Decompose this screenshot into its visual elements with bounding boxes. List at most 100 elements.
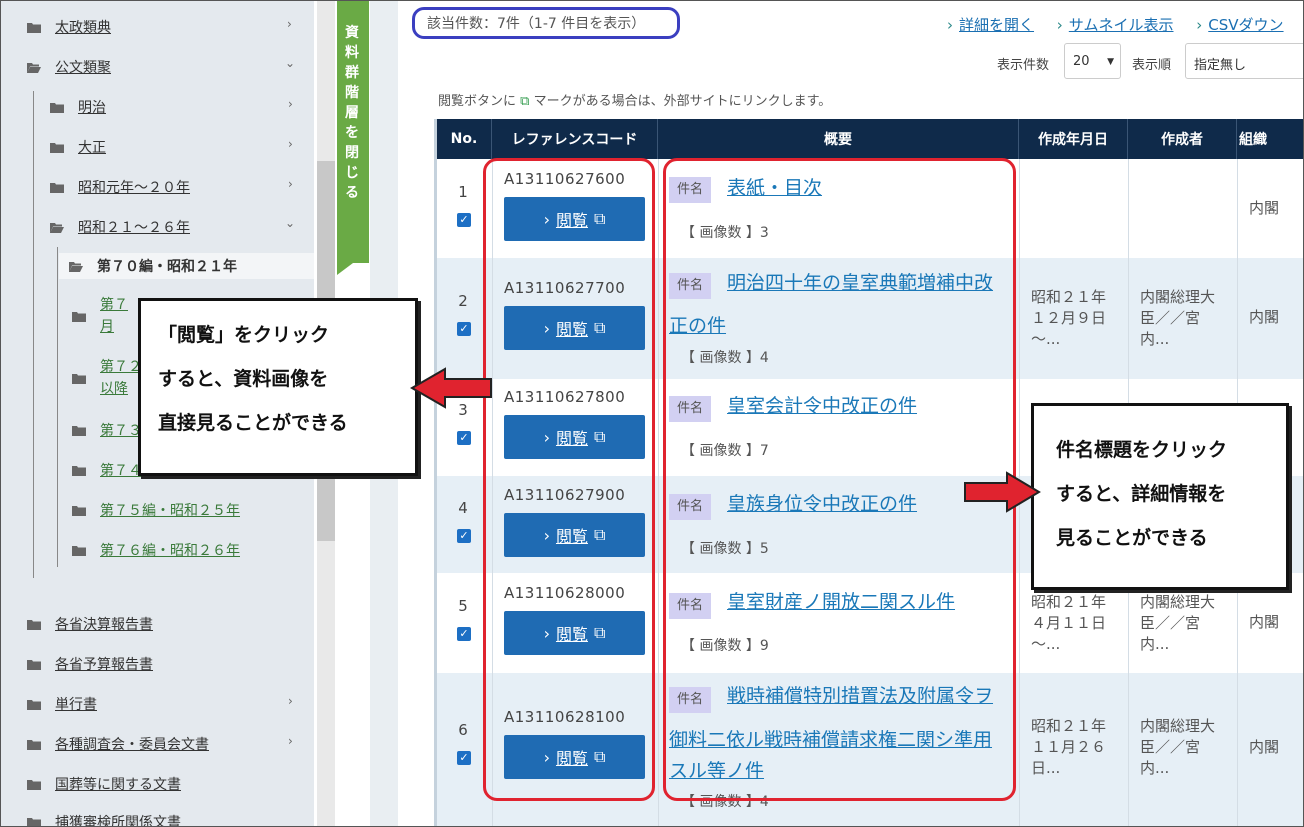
created-date: 昭和２１年 ４月１１日 ～...	[1031, 592, 1106, 655]
external-link-note: 閲覧ボタンに ⧉ マークがある場合は、外部サイトにリンクします。	[438, 90, 831, 109]
col-header-refcode: レファレンスコード	[492, 119, 658, 159]
chevron-down-icon[interactable]: ⌄	[285, 56, 295, 70]
row-checkbox[interactable]: ✓	[457, 322, 471, 336]
date-line: 昭和２１年	[1031, 593, 1107, 611]
callout-line: 件名標題をクリック	[1056, 439, 1228, 461]
collapse-hierarchy-tab[interactable]: 資料群階層を閉じる	[337, 1, 369, 275]
tree-item-label: 太政類典	[55, 20, 111, 36]
arrow-left-icon	[409, 367, 492, 409]
tree-item-label: 昭和元年～２０年	[78, 180, 190, 196]
tree-item-label: 第７２ 以降	[100, 356, 142, 400]
tree-item-showa-21-26[interactable]: 昭和２１～２６年	[50, 212, 190, 242]
author: 内閣総理大 臣／／宮 内...	[1140, 287, 1215, 350]
tree-item-hokaku[interactable]: 捕獲審検所関係文書	[27, 807, 181, 826]
tree-item-vol71[interactable]: 第７ 月	[72, 293, 128, 339]
chevron-right-icon[interactable]: ›	[287, 17, 292, 31]
organization: 内閣	[1249, 308, 1280, 326]
folder-icon	[72, 425, 86, 436]
csv-download-link[interactable]: CSVダウン	[1208, 16, 1283, 34]
author-line: 内...	[1140, 635, 1170, 653]
callout-title-link: 件名標題をクリック すると、詳細情報を 見ることができる	[1031, 403, 1289, 590]
folder-icon	[27, 817, 41, 826]
chevron-right-icon[interactable]: ›	[288, 97, 293, 111]
result-count: 該当件数：7件（1-7 件目を表示）	[412, 7, 680, 39]
caret-down-icon: ▼	[1107, 57, 1114, 67]
chevron-right-icon: ›	[947, 16, 953, 34]
tree-item-kessan[interactable]: 各省決算報告書	[27, 609, 153, 639]
row-number: 6	[458, 721, 468, 739]
row-checkbox[interactable]: ✓	[457, 751, 471, 765]
author-line: 内閣総理大	[1140, 717, 1216, 735]
col-header-no: No.	[437, 119, 492, 159]
callout-view-button: 「閲覧」をクリック すると、資料画像を 直接見ることができる	[138, 298, 418, 476]
select-value: 指定無し	[1194, 58, 1247, 73]
folder-icon	[27, 619, 41, 630]
folder-icon	[50, 142, 64, 153]
folder-icon	[27, 659, 41, 670]
display-count-label: 表示件数	[997, 58, 1050, 73]
folder-icon	[72, 545, 86, 556]
tree-item-kobun-ruiju[interactable]: 公文類聚	[27, 52, 111, 82]
tree-item-chosakai[interactable]: 各種調査会・委員会文書	[27, 729, 209, 759]
label-line: 以降	[100, 381, 128, 397]
tree-item-taisho[interactable]: 大正	[50, 132, 106, 162]
sort-label: 表示順	[1132, 58, 1172, 73]
col-header-author: 作成者	[1128, 119, 1237, 159]
result-count-text: 該当件数：7件（1-7 件目を表示）	[427, 16, 646, 32]
row-number: 1	[458, 183, 468, 201]
tree-item-label: 単行書	[55, 697, 97, 713]
row-number: 4	[458, 499, 468, 517]
tree-item-dajo-ruiten[interactable]: 太政類典	[27, 12, 111, 42]
tree-item-vol73[interactable]: 第７３	[72, 415, 142, 445]
sort-select[interactable]: 指定無し	[1185, 43, 1303, 79]
date-line: 昭和２１年	[1031, 717, 1107, 735]
open-details-link[interactable]: 詳細を開く	[959, 16, 1034, 34]
tree-item-label: 昭和２１～２６年	[78, 220, 190, 236]
date-line: 日...	[1031, 759, 1061, 777]
author-line: 臣／／宮	[1140, 309, 1201, 327]
tree-item-label: 第７３	[100, 423, 142, 439]
chevron-right-icon[interactable]: ›	[288, 177, 293, 191]
chevron-right-icon[interactable]: ›	[288, 694, 293, 708]
tree-item-vol75[interactable]: 第７５編・昭和２５年	[72, 495, 240, 525]
row-checkbox[interactable]: ✓	[457, 529, 471, 543]
top-links: › 詳細を開く › サムネイル表示 › CSVダウン	[947, 14, 1284, 35]
col-header-org: 組織	[1239, 132, 1267, 148]
tree-item-vol70[interactable]: 第７０編・昭和２１年	[69, 251, 237, 281]
tree-item-yosan[interactable]: 各省予算報告書	[27, 649, 153, 679]
author-line: 内...	[1140, 330, 1170, 348]
tree-item-vol72[interactable]: 第７２ 以降	[72, 355, 142, 401]
tree-item-label: 第７４	[100, 463, 142, 479]
column-divider	[658, 159, 659, 826]
chevron-down-icon[interactable]: ⌄	[285, 216, 295, 230]
folder-icon	[27, 22, 41, 33]
author: 内閣総理大 臣／／宮 内...	[1140, 716, 1215, 779]
tree-item-meiji[interactable]: 明治	[50, 92, 106, 122]
folder-open-icon	[69, 261, 83, 272]
chevron-right-icon[interactable]: ›	[288, 137, 293, 151]
label-line: 月	[100, 319, 114, 335]
thumbnail-view-link[interactable]: サムネイル表示	[1069, 16, 1174, 34]
tree-item-tankosho[interactable]: 単行書	[27, 689, 97, 719]
display-count-select[interactable]: 20 ▼	[1064, 43, 1121, 79]
row-checkbox[interactable]: ✓	[457, 213, 471, 227]
external-link-icon: ⧉	[520, 94, 534, 109]
tree-item-kokuso[interactable]: 国葬等に関する文書	[27, 769, 181, 799]
tree-item-vol74[interactable]: 第７４	[72, 455, 142, 485]
tree-item-label: 公文類聚	[55, 60, 111, 76]
row-checkbox[interactable]: ✓	[457, 431, 471, 445]
tree-item-showa-1-20[interactable]: 昭和元年～２０年	[50, 172, 190, 202]
tab-tip	[337, 263, 369, 275]
folder-icon	[50, 182, 64, 193]
chevron-right-icon[interactable]: ›	[288, 734, 293, 748]
tree-line	[57, 247, 58, 567]
row-checkbox[interactable]: ✓	[457, 627, 471, 641]
tree-item-label: 第７５編・昭和２５年	[100, 503, 240, 519]
tree-item-label: 各種調査会・委員会文書	[55, 737, 209, 753]
screen: 太政類典 › 公文類聚 ⌄ 明治 › 大正 › 昭和元年～２０年 › 昭和２１～…	[0, 0, 1304, 827]
date-line: ～...	[1031, 635, 1061, 653]
tree-item-vol76[interactable]: 第７６編・昭和２６年	[72, 535, 240, 565]
date-line: 昭和２１年	[1031, 288, 1107, 306]
author-line: 内...	[1140, 759, 1170, 777]
date-line: １１月２６	[1031, 738, 1107, 756]
